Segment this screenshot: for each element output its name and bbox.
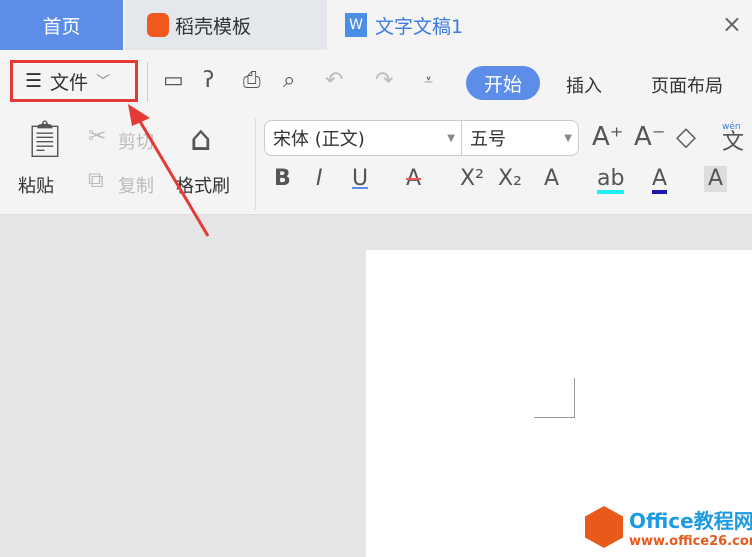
logo-url: www.office26.com	[629, 534, 752, 549]
annotation-arrow	[128, 104, 210, 237]
office-logo-icon	[585, 506, 623, 548]
watermark-logo: Office教程网 www.office26.com	[585, 505, 752, 549]
logo-name: Office教程网	[629, 509, 752, 533]
